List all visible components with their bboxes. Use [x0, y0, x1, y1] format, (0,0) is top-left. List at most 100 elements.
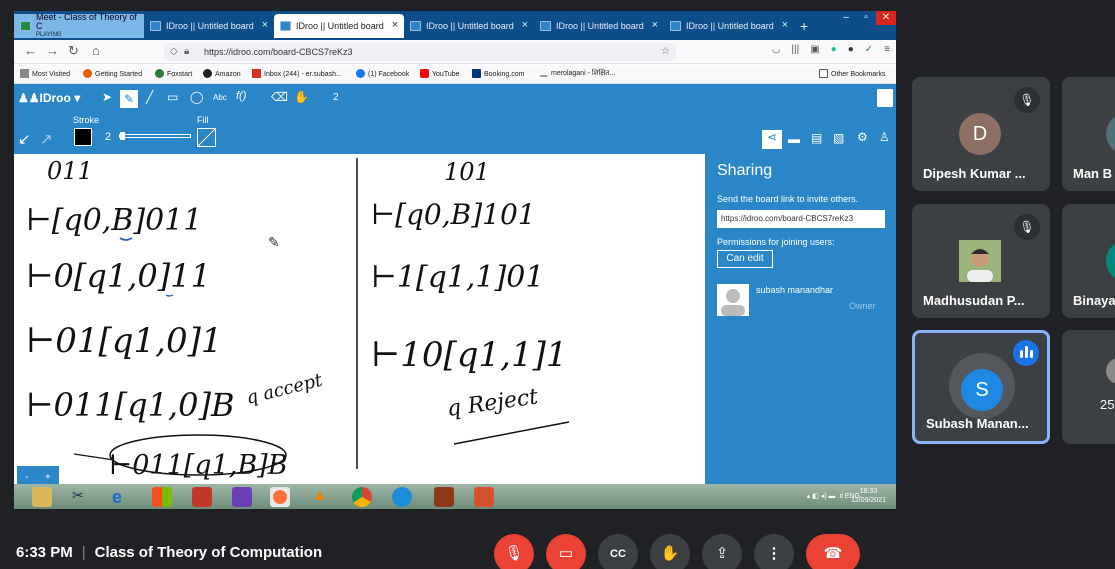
extension-icon[interactable]: ▣	[810, 44, 819, 55]
internet-explorer-icon[interactable]: e	[112, 487, 132, 507]
tab-idroo-5[interactable]: IDroo || Untitled board ×	[664, 14, 794, 38]
sharing-panel: Sharing Send the board link to invite ot…	[705, 154, 896, 484]
camera-off-button[interactable]: ▭	[546, 534, 586, 569]
user-settings-icon[interactable]: ♙	[879, 130, 890, 144]
pen-tool-icon[interactable]: ✎	[120, 90, 138, 108]
participant-tile[interactable]: 🎙︎ Madhusudan P...	[912, 204, 1050, 318]
text-tool-icon[interactable]: Abc	[213, 93, 227, 102]
forward-icon[interactable]: →	[46, 43, 59, 58]
chat-icon[interactable]: ▬	[788, 132, 800, 146]
bookmark-item[interactable]: Getting Started	[83, 69, 142, 78]
formula-tool-icon[interactable]: f()	[236, 90, 246, 102]
rectangle-tool-icon[interactable]: ▭	[167, 90, 178, 104]
grammarly-icon[interactable]: ●	[831, 44, 837, 55]
board-link-field[interactable]: https://idroo.com/board-CBCS7reKz3	[717, 210, 885, 228]
mic-off-button[interactable]: 🎙︎	[494, 534, 534, 569]
user-avatar-icon[interactable]	[877, 89, 893, 107]
more-options-button[interactable]: ⋮	[754, 534, 794, 569]
bookmark-item[interactable]: Foxstart	[155, 69, 192, 78]
check-icon[interactable]: ✓	[865, 44, 873, 55]
image-icon[interactable]: ▧	[833, 131, 844, 145]
captions-button[interactable]: CC	[598, 534, 638, 569]
leave-call-button[interactable]: ☎	[806, 534, 860, 569]
gear-icon[interactable]: ⚙	[857, 130, 868, 144]
arrow-in-icon[interactable]: ↙	[18, 130, 31, 148]
extension-dark-icon[interactable]: ●	[848, 44, 854, 55]
stroke-width-slider[interactable]	[119, 132, 191, 140]
whiteboard-canvas[interactable]: 011 ⊢[q0,B]011 ⊢0[q1,0]11 ⊢01[q1,0]1 ⊢01…	[14, 154, 705, 488]
bookmark-item[interactable]: Other Bookmarks	[819, 69, 885, 78]
bookmark-item[interactable]: Most Visited	[20, 69, 70, 78]
zoom-in-button[interactable]: +	[45, 472, 51, 483]
bookmark-item[interactable]: merolagani - शिक्षित...	[539, 69, 615, 78]
app-icon[interactable]	[192, 487, 212, 507]
present-button[interactable]: ⇪	[702, 534, 742, 569]
chrome-icon[interactable]	[352, 487, 372, 507]
arrow-out-icon[interactable]: ↗	[40, 130, 53, 148]
restore-icon[interactable]: ▫	[856, 11, 876, 25]
edge-icon[interactable]	[392, 487, 412, 507]
tab-meet[interactable]: Meet - Class of Theory of C PLAYING	[14, 12, 144, 38]
tab-idroo-1[interactable]: IDroo || Untitled board ×	[144, 14, 274, 38]
participant-tile[interactable]: 🎙︎ D Dipesh Kumar ...	[912, 77, 1050, 191]
participant-tile-active-speaker[interactable]: S Subash Manan...	[912, 330, 1050, 444]
stroke-color-swatch[interactable]	[74, 128, 92, 146]
document-icon[interactable]: ▤	[811, 131, 822, 145]
url-bar[interactable]: ◇ 🔒︎ https://idroo.com/board-CBCS7reKz3 …	[164, 43, 676, 61]
board-line: 101	[444, 158, 490, 186]
chevron-down-icon[interactable]: ▾	[71, 91, 80, 105]
idroo-icon	[150, 21, 161, 31]
mic-off-icon: 🎙︎	[1014, 214, 1040, 240]
vlc-icon[interactable]: ▲	[312, 487, 332, 507]
bookmark-item[interactable]: (1) Facebook	[356, 69, 409, 78]
tab-idroo-2[interactable]: IDroo || Untitled board ×	[274, 14, 404, 38]
participant-tile[interactable]: Man B	[1062, 77, 1115, 191]
home-icon[interactable]: ⌂	[92, 43, 100, 58]
select-tool-icon[interactable]: ➤	[102, 90, 112, 104]
app-icon[interactable]	[434, 487, 454, 507]
taskbar-clock[interactable]: 18:33 12/09/2021	[851, 487, 886, 505]
zoom-out-button[interactable]: -	[25, 472, 28, 483]
bookmark-item[interactable]: Inbox (244) - er.subash...	[252, 69, 342, 78]
raise-hand-button[interactable]: ✋	[650, 534, 690, 569]
more-participants-count: 25	[1100, 397, 1115, 412]
minimize-icon[interactable]: –	[836, 11, 856, 25]
can-edit-button[interactable]: Can edit	[717, 250, 773, 268]
reload-icon[interactable]: ↻	[68, 43, 79, 59]
bookmark-item[interactable]: Booking.com	[472, 69, 524, 78]
bookmark-item[interactable]: Amazon	[203, 69, 241, 78]
close-window-icon[interactable]: ✕	[876, 11, 896, 25]
close-icon[interactable]: ×	[262, 19, 268, 31]
amazon-icon	[203, 69, 212, 78]
close-icon[interactable]: ×	[392, 19, 398, 31]
menu-icon[interactable]: ≡	[884, 44, 890, 55]
powerpoint-icon[interactable]	[474, 487, 494, 507]
windows-app-icon[interactable]	[152, 487, 172, 507]
library-icon[interactable]: |||	[791, 44, 799, 55]
participant-tile-more[interactable]: 25	[1062, 330, 1115, 444]
eraser-tool-icon[interactable]: ⌫	[271, 90, 288, 104]
ellipse-tool-icon[interactable]: ◯	[190, 90, 203, 104]
visual-studio-icon[interactable]	[232, 487, 252, 507]
back-icon[interactable]: ←	[24, 43, 37, 58]
hand-tool-icon[interactable]: ✋	[294, 90, 309, 104]
tab-idroo-4[interactable]: IDroo || Untitled board ×	[534, 14, 664, 38]
bookmark-star-icon[interactable]: ☆	[661, 43, 670, 61]
page-number[interactable]: 2	[333, 92, 339, 103]
participant-tile[interactable]: Binaya	[1062, 204, 1115, 318]
share-icon[interactable]: ⋖	[762, 130, 782, 149]
fill-color-swatch[interactable]	[197, 128, 216, 147]
line-tool-icon[interactable]: ╱	[146, 90, 153, 104]
close-icon[interactable]: ×	[652, 19, 658, 31]
new-tab-button[interactable]: +	[794, 14, 818, 38]
file-explorer-icon[interactable]	[32, 487, 52, 507]
tab-idroo-3[interactable]: IDroo || Untitled board ×	[404, 14, 534, 38]
slider-handle[interactable]	[120, 132, 125, 140]
pocket-icon[interactable]: ◡	[772, 44, 781, 55]
stroke-width-value: 2	[105, 131, 112, 143]
close-icon[interactable]: ×	[782, 19, 788, 31]
firefox-taskbar-icon[interactable]	[270, 487, 290, 507]
tools-icon[interactable]: ✂	[72, 487, 92, 507]
bookmark-item[interactable]: YouTube	[420, 69, 460, 78]
close-icon[interactable]: ×	[522, 19, 528, 31]
